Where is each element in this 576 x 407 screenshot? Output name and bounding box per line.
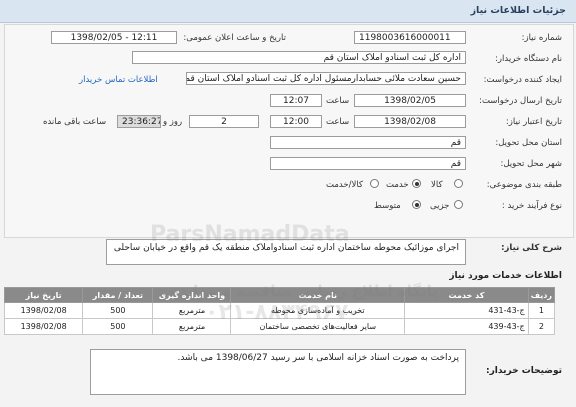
category-service-label: خدمت [386,180,409,190]
radio-circle-icon [454,179,463,188]
need-number-field[interactable]: 1198003616000011 [354,31,466,44]
validity-time-field[interactable]: 12:00 [270,115,322,128]
send-time-field[interactable]: 12:07 [270,94,322,107]
city-label: شهر محل تحویل: [500,159,562,169]
days-label: روز و [163,117,183,127]
services-table: تاریخ نیاز تعداد / مقدار واحد اندازه گیر… [3,287,556,335]
process-medium-radio[interactable] [412,200,421,209]
page-title: جزئیات اطلاعات نیاز [470,5,566,16]
city-field[interactable]: قم [270,157,466,170]
radio-circle-icon [454,200,463,209]
need-date-cell: 1398/02/08 [3,318,84,335]
category-both-label: کالا/خدمت [326,180,363,190]
table-row[interactable]: 1398/02/08 500 مترمربع سایر فعالیت‌های ت… [3,318,556,335]
column-service-name: نام خدمت [230,287,406,303]
send-time-label: ساعت [326,96,350,106]
send-date-label: تاریخ ارسال درخواست: [479,96,562,106]
table-row[interactable]: 1398/02/08 500 مترمربع تخریب و آماده‌ساز… [3,302,556,319]
announce-date-label: تاریخ و ساعت اعلان عمومی: [183,33,286,43]
creator-field[interactable]: حسین سعادت ملائی حسابدارمسئول اداره کل ث… [186,72,466,85]
validity-date-field[interactable]: 1398/02/08 [354,115,466,128]
province-field[interactable]: قم [270,136,466,149]
radio-circle-icon [370,179,379,188]
column-need-date: تاریخ نیاز [3,287,84,303]
send-date-field[interactable]: 1398/02/05 [354,94,466,107]
validity-date-label: تاریخ اعتبار نیاز: [505,117,562,127]
need-date-cell: 1398/02/08 [3,302,84,319]
process-minor-radio[interactable] [454,200,463,209]
buyer-contact-link[interactable]: اطلاعات تماس خریدار [79,75,158,85]
page-header: جزئیات اطلاعات نیاز [0,0,576,23]
province-label: استان محل تحویل: [495,138,562,148]
service-code-cell: ج-43-431 [404,302,529,319]
category-goods-label: کالا [431,180,443,190]
quantity-cell: 500 [82,302,154,319]
validity-time-label: ساعت [326,117,350,127]
quantity-cell: 500 [82,318,154,335]
row-number-cell: 2 [527,318,556,335]
service-name-cell: سایر فعالیت‌های تخصصی ساختمان [230,318,406,335]
need-number-label: شماره نیاز: [521,33,562,43]
creator-label: ایجاد کننده درخواست: [483,75,562,85]
services-header-row: تاریخ نیاز تعداد / مقدار واحد اندازه گیر… [3,287,556,303]
category-service-radio[interactable] [412,179,421,188]
category-goods-radio[interactable] [454,179,463,188]
general-desc-field[interactable]: اجرای موزائیک محوطه ساختمان اداره ثبت اس… [106,239,466,265]
service-code-cell: ج-43-439 [404,318,529,335]
service-name-cell: تخریب و آماده‌سازی محوطه [230,302,406,319]
radio-selected-icon [412,200,421,209]
remaining-time-label: ساعت باقی مانده [43,117,107,127]
buyer-name-field[interactable]: اداره کل ثبت اسنادو املاک استان قم [132,51,466,64]
process-type-label: نوع فرآیند خرید : [501,201,562,211]
column-unit: واحد اندازه گیری [152,287,232,303]
process-minor-label: جزیی [430,201,450,211]
unit-cell: مترمربع [152,318,232,335]
services-section-title: اطلاعات خدمات مورد نیاز [449,271,562,281]
column-service-code: کد خدمت [404,287,529,303]
remaining-days-field[interactable]: 2 [189,115,259,128]
category-label: طبقه بندی موضوعی: [486,180,562,190]
row-number-cell: 1 [527,302,556,319]
buyer-notes-field[interactable]: پرداخت به صورت اسناد خزانه اسلامی با سر … [90,349,466,395]
column-quantity: تعداد / مقدار [82,287,154,303]
announce-date-field[interactable]: 1398/02/05 - 12:11 [51,31,177,44]
general-desc-label: شرح کلی نیاز: [501,243,562,253]
category-both-radio[interactable] [370,179,379,188]
remaining-time-field: 23:36:27 [117,115,161,128]
radio-selected-icon [412,179,421,188]
unit-cell: مترمربع [152,302,232,319]
column-row-number: ردیف [527,287,556,303]
process-medium-label: متوسط [374,201,401,211]
buyer-name-label: نام دستگاه خریدار: [495,54,562,64]
buyer-notes-label: توضیحات خریدار: [486,366,562,376]
